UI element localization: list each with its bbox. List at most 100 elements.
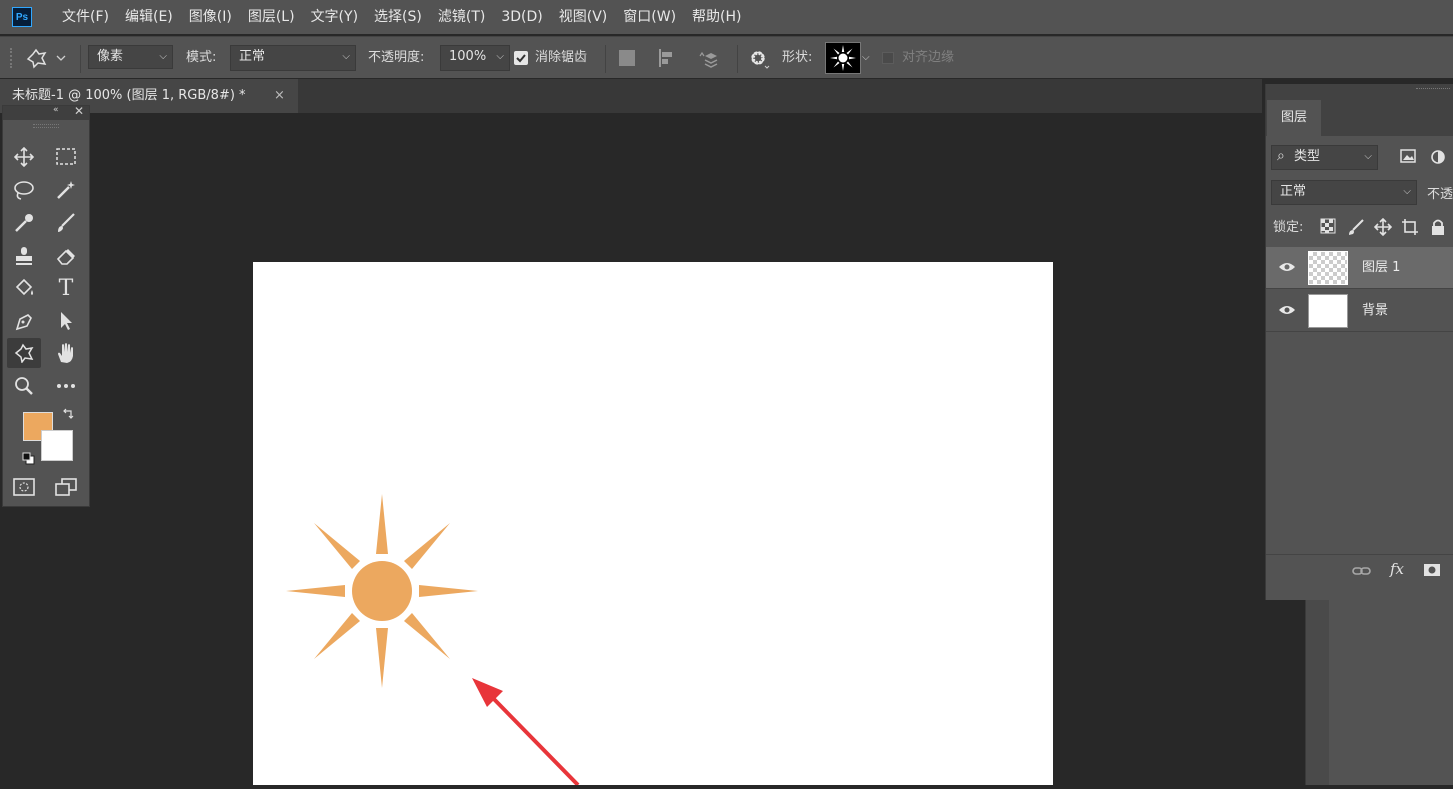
sun-ray-ne bbox=[404, 523, 450, 569]
path-arrangement-icon[interactable] bbox=[697, 47, 723, 69]
visibility-eye-icon[interactable] bbox=[1278, 260, 1296, 274]
sun-ray-w bbox=[286, 585, 345, 597]
chevron-down-icon: ⌵ bbox=[1364, 151, 1372, 162]
background-color-swatch[interactable] bbox=[41, 430, 73, 461]
custom-shape-tool-icon bbox=[26, 48, 66, 69]
layer-blend-mode-value: 正常 bbox=[1280, 184, 1307, 199]
menu-layer[interactable]: 图层(L) bbox=[240, 0, 303, 34]
right-panel-dock bbox=[1329, 590, 1453, 785]
pen-tool[interactable] bbox=[7, 306, 41, 336]
blend-mode-dropdown[interactable]: 正常 ⌵ bbox=[230, 45, 356, 71]
layer-row-background[interactable]: 背景 bbox=[1266, 290, 1453, 332]
shape-picker-button[interactable] bbox=[825, 42, 861, 74]
menu-edit[interactable]: 编辑(E) bbox=[117, 0, 181, 34]
add-mask-icon[interactable] bbox=[1423, 563, 1441, 577]
menu-bar: Ps 文件(F) 编辑(E) 图像(I) 图层(L) 文字(Y) 选择(S) 滤… bbox=[0, 0, 1453, 34]
eraser-tool[interactable] bbox=[49, 241, 83, 271]
toolbox-header[interactable]: « ✕ bbox=[3, 104, 89, 120]
zoom-icon bbox=[15, 377, 33, 395]
default-colors-icon[interactable] bbox=[22, 452, 36, 466]
right-panel-strip bbox=[1305, 590, 1329, 785]
search-icon: ⌕ bbox=[1277, 148, 1285, 164]
lock-position-icon[interactable] bbox=[1373, 217, 1393, 237]
path-alignment-icon[interactable] bbox=[656, 48, 678, 68]
menu-view[interactable]: 视图(V) bbox=[551, 0, 616, 34]
lasso-tool[interactable] bbox=[7, 175, 41, 205]
tab-layers[interactable]: 图层 bbox=[1267, 100, 1321, 136]
shape-label: 形状: bbox=[782, 50, 813, 65]
eyedropper-icon bbox=[15, 214, 33, 232]
menu-type[interactable]: 文字(Y) bbox=[303, 0, 366, 34]
eraser-icon bbox=[56, 249, 75, 265]
layers-footer: fx bbox=[1266, 554, 1453, 586]
stamp-tool[interactable] bbox=[7, 241, 41, 271]
align-edges-checkbox[interactable] bbox=[882, 52, 894, 64]
custom-shape-tool[interactable] bbox=[7, 338, 41, 368]
gear-icon[interactable] bbox=[748, 48, 770, 70]
image-filter-icon[interactable] bbox=[1399, 148, 1417, 166]
close-icon[interactable]: ✕ bbox=[74, 104, 84, 118]
layer-filter-dropdown[interactable]: ⌕ 类型 ⌵ bbox=[1271, 145, 1378, 170]
shape-picker-chevron-icon[interactable]: ⌵ bbox=[862, 49, 876, 67]
pen-icon bbox=[15, 314, 32, 331]
blend-mode-value: 正常 bbox=[239, 49, 266, 64]
opacity-field[interactable]: 100% ⌵ bbox=[440, 45, 510, 71]
zoom-tool[interactable] bbox=[7, 371, 41, 401]
menu-filter[interactable]: 滤镜(T) bbox=[430, 0, 493, 34]
chevron-down-icon: ⌵ bbox=[342, 51, 350, 62]
collapse-icon[interactable]: « bbox=[53, 105, 59, 115]
menu-select[interactable]: 选择(S) bbox=[366, 0, 430, 34]
options-grip-icon bbox=[10, 48, 16, 68]
lock-all-icon[interactable] bbox=[1430, 218, 1446, 236]
lock-transparent-icon[interactable] bbox=[1320, 218, 1336, 234]
magic-wand-tool[interactable] bbox=[49, 175, 83, 205]
fill-mode-dropdown[interactable]: 像素 ⌵ bbox=[88, 45, 173, 69]
paint-bucket-icon bbox=[15, 278, 33, 296]
close-icon[interactable]: × bbox=[274, 79, 285, 113]
menu-3d[interactable]: 3D(D) bbox=[493, 0, 550, 34]
align-edges-label: 对齐边缘 bbox=[902, 50, 955, 65]
visibility-eye-icon[interactable] bbox=[1278, 303, 1296, 317]
chevron-down-icon: ⌵ bbox=[159, 51, 167, 62]
layer-thumbnail bbox=[1308, 294, 1348, 328]
fx-icon[interactable]: fx bbox=[1390, 560, 1404, 578]
menu-window[interactable]: 窗口(W) bbox=[615, 0, 684, 34]
sun-ray-e bbox=[419, 585, 478, 597]
hand-tool[interactable] bbox=[49, 338, 83, 368]
type-tool-icon[interactable]: T bbox=[49, 273, 83, 303]
paint-bucket-tool[interactable] bbox=[7, 273, 41, 303]
marquee-tool[interactable] bbox=[49, 142, 83, 172]
path-selection-tool[interactable] bbox=[49, 306, 83, 336]
lock-artboard-icon[interactable] bbox=[1401, 218, 1419, 236]
sun-shape[interactable] bbox=[286, 494, 478, 688]
arrow-cursor-icon bbox=[61, 312, 72, 330]
document-canvas[interactable] bbox=[253, 262, 1053, 787]
antialias-label: 消除锯齿 bbox=[535, 50, 588, 65]
move-tool[interactable] bbox=[7, 142, 41, 172]
screen-mode-icon[interactable] bbox=[49, 472, 83, 502]
layer-row-layer1[interactable]: 图层 1 bbox=[1266, 247, 1453, 289]
sun-ray-sw bbox=[314, 613, 360, 659]
antialias-checkbox[interactable] bbox=[514, 51, 528, 65]
link-layers-icon[interactable] bbox=[1352, 563, 1372, 579]
eyedropper-tool[interactable] bbox=[7, 208, 41, 238]
red-arrow-annotation bbox=[472, 678, 580, 787]
menu-image[interactable]: 图像(I) bbox=[181, 0, 240, 34]
tool-preset-picker[interactable] bbox=[24, 46, 74, 70]
layer-name[interactable]: 图层 1 bbox=[1362, 247, 1400, 289]
layer-blend-mode-dropdown[interactable]: 正常 ⌵ bbox=[1271, 180, 1417, 205]
layer-filter-value: 类型 bbox=[1294, 149, 1321, 164]
move-icon bbox=[14, 147, 34, 167]
path-operations-icon[interactable] bbox=[619, 50, 635, 66]
menu-file[interactable]: 文件(F) bbox=[54, 0, 117, 34]
checkmark-icon bbox=[516, 54, 526, 63]
adjustment-filter-icon[interactable] bbox=[1429, 148, 1447, 166]
quick-mask-icon[interactable] bbox=[7, 472, 41, 502]
swap-colors-icon[interactable] bbox=[61, 408, 75, 422]
brush-tool[interactable] bbox=[49, 208, 83, 238]
lock-pixels-icon[interactable] bbox=[1347, 218, 1365, 236]
more-tools-icon[interactable] bbox=[49, 371, 83, 401]
layer-opacity-label: 不透 bbox=[1427, 187, 1453, 202]
layer-name[interactable]: 背景 bbox=[1362, 290, 1388, 332]
menu-help[interactable]: 帮助(H) bbox=[684, 0, 749, 34]
